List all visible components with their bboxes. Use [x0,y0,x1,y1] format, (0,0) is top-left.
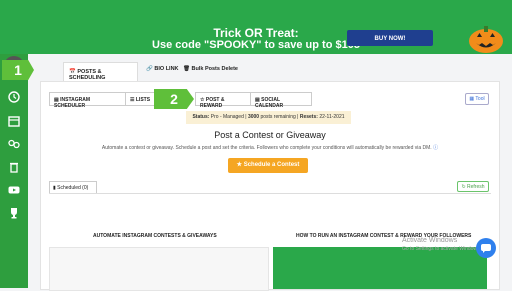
tab-post-reward[interactable]: ☆ POST & REWARD [195,92,251,109]
tab-scheduled[interactable]: ▮ Scheduled (0) [49,181,97,193]
trash-icon[interactable] [7,160,21,174]
chart-icon: ▮ [53,185,56,191]
sidebar [0,54,28,288]
pumpkin-icon [469,26,503,53]
status-plan: Pro - Managed | [210,114,247,120]
schedule-contest-button[interactable]: ★ Schedule a Contest [228,158,308,173]
tab-bulk-delete[interactable]: 🗑 Bulk Posts Delete [183,66,238,72]
tab-post-reward-label: POST & REWARD [200,97,225,109]
link-icon[interactable] [7,137,21,151]
step-badge-2: 2 [154,89,194,109]
tool-icon: ▦ [469,96,475,102]
tab-scheduled-label: Scheduled (0) [57,185,89,191]
divider [49,193,491,194]
video-right[interactable] [273,247,487,289]
tab-instagram-scheduler-label: INSTAGRAM SCHEDULER [54,97,91,109]
tool-button-label: Tool [475,96,485,102]
status-posts-suffix: posts remaining | [260,114,299,120]
tab-instagram-scheduler[interactable]: ▤ INSTAGRAM SCHEDULER [49,92,126,109]
page-title: Post a Contest or Giveaway [214,130,326,140]
tab-bio-link-label: BIO LINK [154,66,179,72]
schedule-contest-label: Schedule a Contest [243,162,300,168]
trash-icon: 🗑 [183,66,190,72]
promo-subtitle: Use code "SPOOKY" to save up to $105 [152,39,360,51]
status-bar: Status: Pro - Managed | 3000 posts remai… [186,111,351,124]
calendar-icon[interactable] [7,114,21,128]
info-icon[interactable]: ⓘ [433,145,438,151]
link-icon: 🔗 [146,66,153,72]
video-left[interactable] [49,247,269,291]
top-nav: 📅 POSTS & SCHEDULING 🔗 BIO LINK 🗑 Bulk P… [28,54,512,84]
video-title-left: AUTOMATE INSTAGRAM CONTESTS & GIVEAWAYS [93,233,217,239]
refresh-button-label: Refresh [467,184,485,190]
activate-windows-watermark: Activate Windows [402,237,458,244]
page-description: Automate a contest or giveaway. Schedule… [41,144,499,151]
trophy-icon[interactable] [7,206,21,220]
youtube-icon[interactable] [7,183,21,197]
main-panel: ▤ INSTAGRAM SCHEDULER ☰ LISTS ☆ POST & R… [40,81,500,291]
step-badge-1: 1 [2,60,34,80]
promo-title: Trick OR Treat: [213,26,299,40]
status-prefix: Status: [192,114,210,120]
refresh-icon: ↻ [461,184,466,190]
tool-button[interactable]: ▦ Tool [465,93,489,105]
page-description-text: Automate a contest or giveaway. Schedule… [101,145,432,151]
buy-now-button[interactable]: BUY NOW! [347,30,433,46]
tab-social-calendar-label: SOCIAL CALENDAR [255,97,284,109]
refresh-button[interactable]: ↻ Refresh [457,181,489,192]
tab-bulk-delete-label: Bulk Posts Delete [191,66,238,72]
status-resets-label: Resets: [299,114,318,120]
tab-lists-label: LISTS [135,97,151,103]
status-resets-date: 22-11-2021 [319,114,345,120]
chat-icon [481,244,491,253]
tab-bio-link[interactable]: 🔗 BIO LINK [146,66,179,72]
star-icon: ★ [236,162,243,168]
history-icon[interactable] [7,90,21,104]
status-posts: 3000 [247,114,260,120]
activate-windows-subtext: Go to Settings to activate Windows. [402,246,481,252]
tab-social-calendar[interactable]: ▤ SOCIAL CALENDAR [250,92,312,109]
promo-banner: Trick OR Treat: Use code "SPOOKY" to sav… [0,0,512,54]
chat-button[interactable] [476,238,496,258]
list-icon: ☰ [130,97,135,103]
